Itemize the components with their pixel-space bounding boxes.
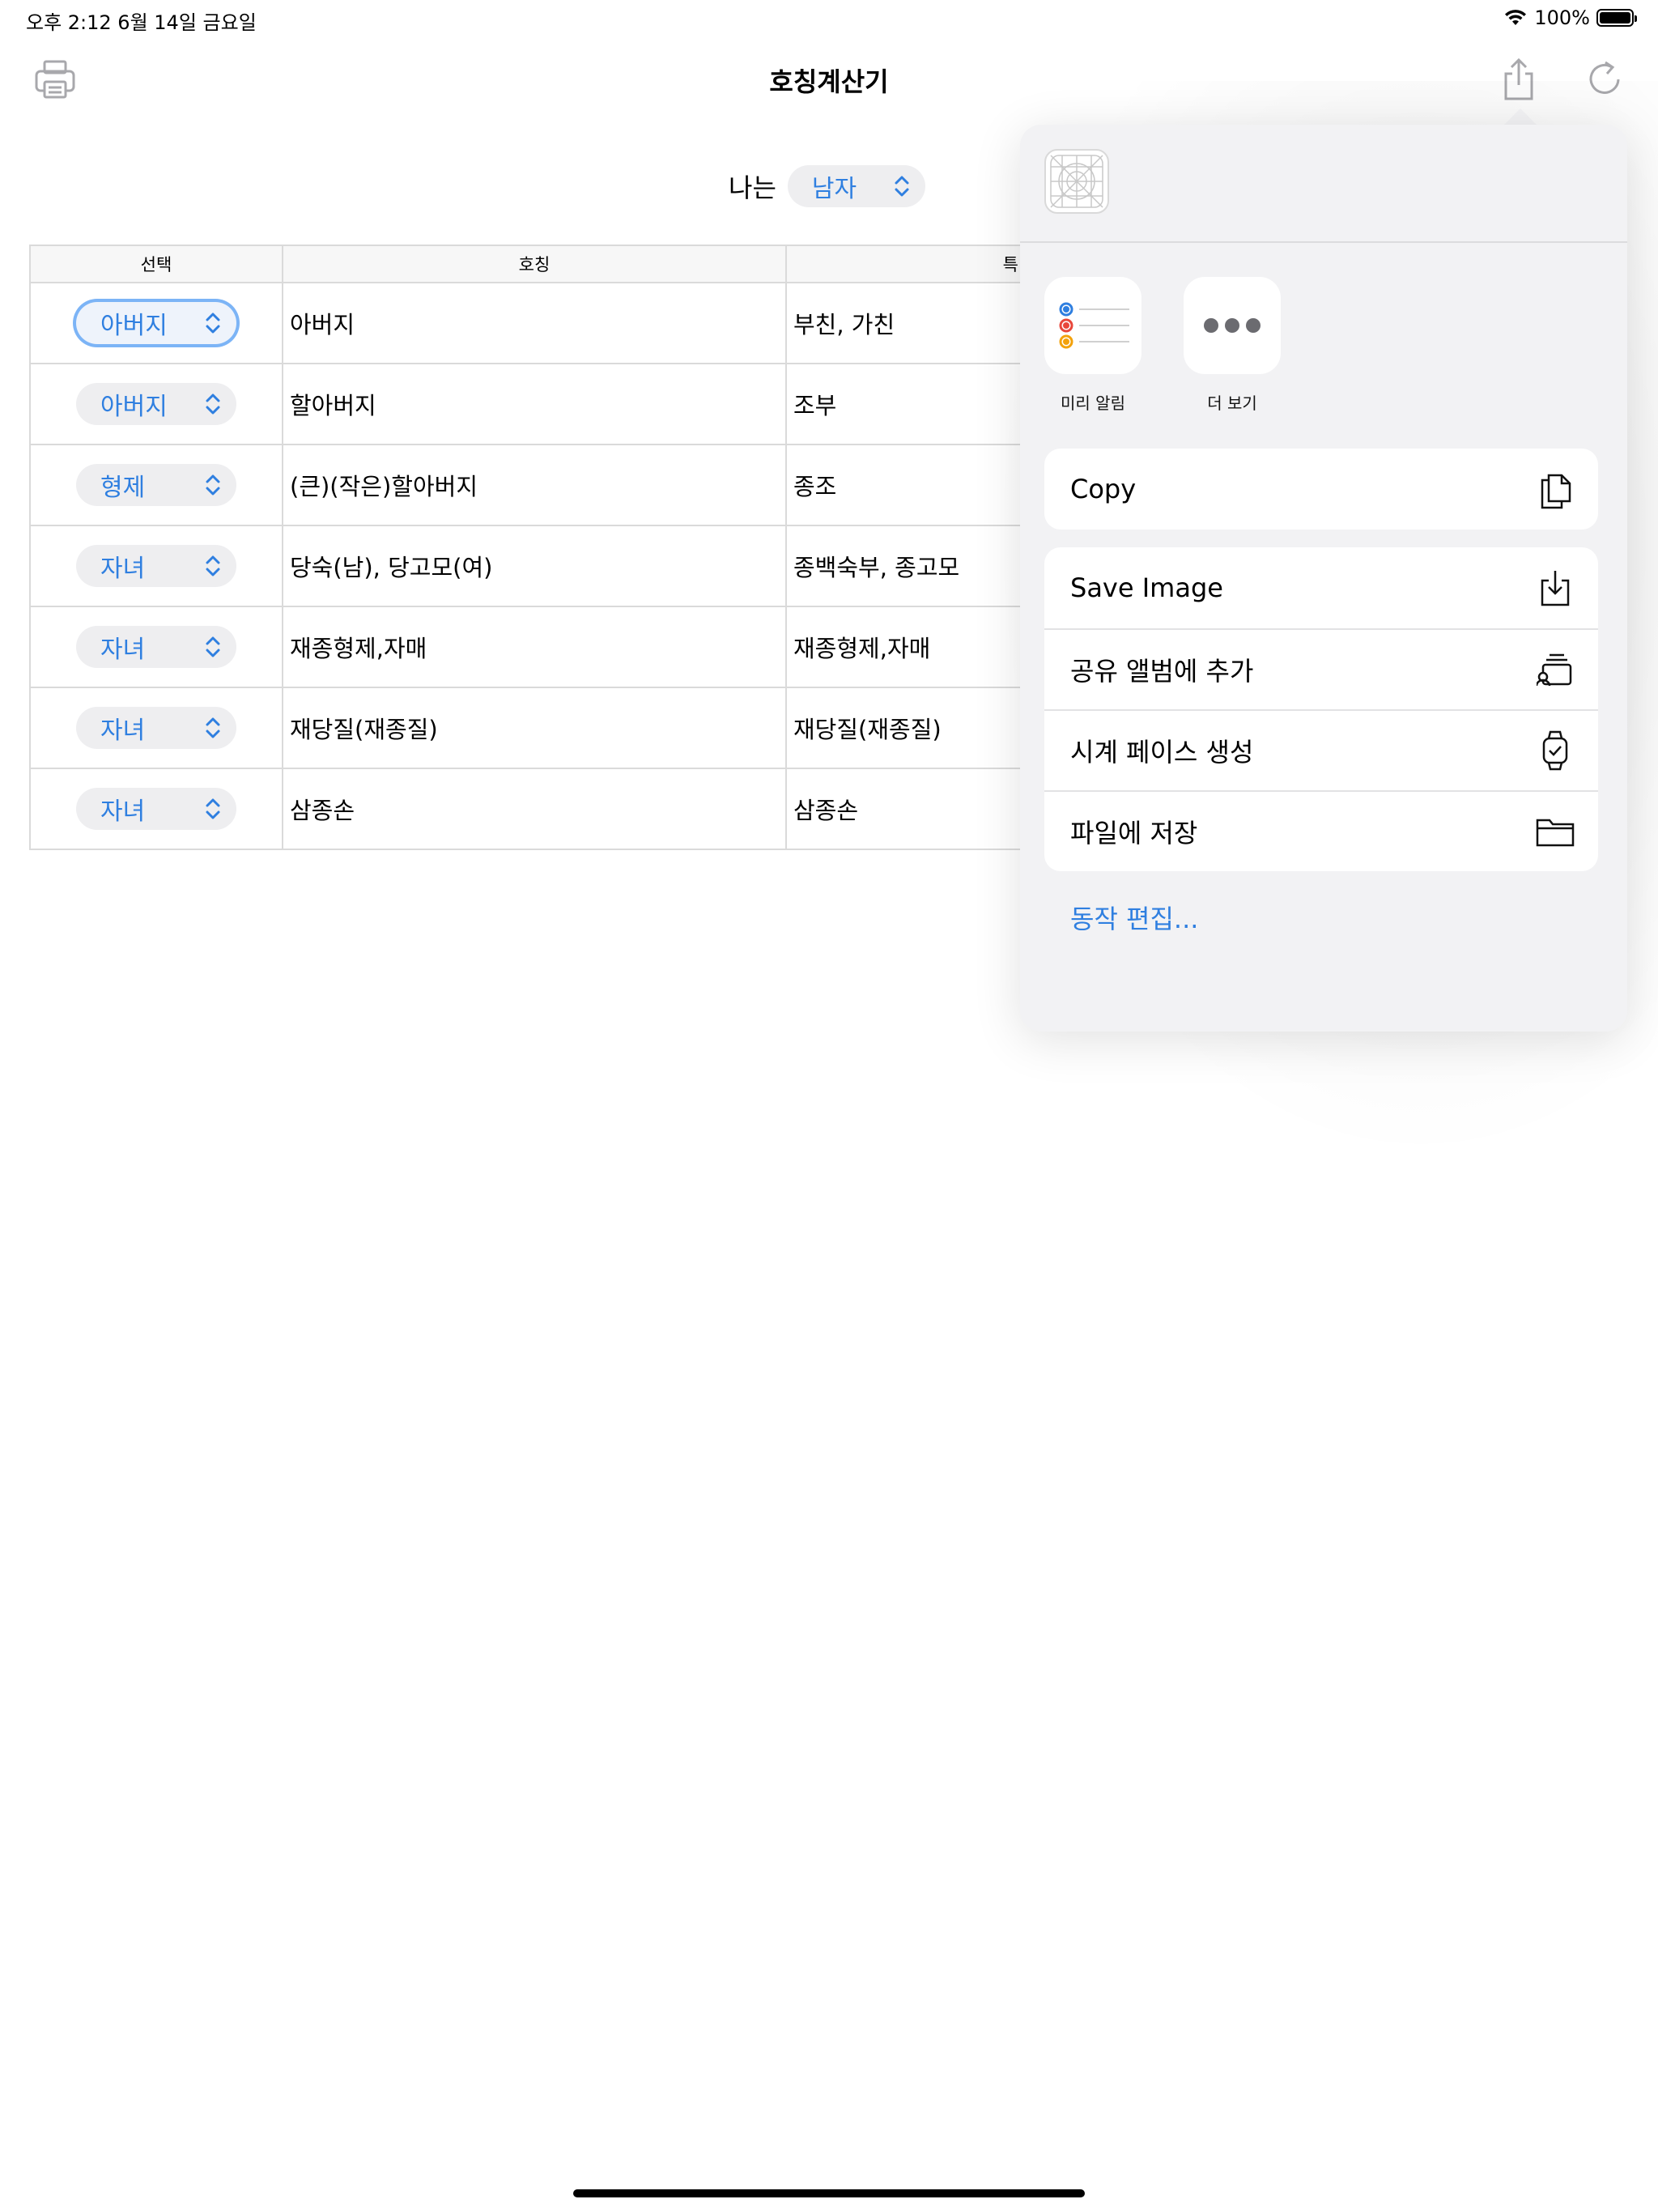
- chevron-up-down-icon: [895, 176, 909, 197]
- share-sheet-header: [1020, 125, 1627, 243]
- relation-value: 자녀: [100, 717, 146, 745]
- table-header: 선택 호칭 특: [31, 246, 1027, 283]
- chevron-up-down-icon: [206, 636, 220, 657]
- title-cell: 재종형제,자매: [283, 607, 787, 687]
- title-cell: 당숙(남), 당고모(여): [283, 526, 787, 606]
- title-cell: (큰)(작은)할아버지: [283, 445, 787, 525]
- table-row: 자녀 삼종손 삼종손: [31, 769, 1027, 850]
- relation-value: 형제: [100, 474, 146, 502]
- share-app-label: 더 보기: [1207, 393, 1257, 413]
- table-row: 아버지 아버지 부친, 가친: [31, 283, 1027, 364]
- chevron-up-down-icon: [206, 474, 220, 496]
- popover-arrow: [1503, 108, 1538, 126]
- relation-picker[interactable]: 아버지: [76, 302, 236, 344]
- action-label: 공유 앨범에 추가: [1070, 656, 1254, 687]
- relation-picker[interactable]: 자녀: [76, 707, 236, 749]
- chevron-up-down-icon: [206, 555, 220, 576]
- action-label: 시계 페이스 생성: [1070, 737, 1254, 768]
- chevron-up-down-icon: [206, 798, 220, 819]
- title-cell: 할아버지: [283, 364, 787, 444]
- watch-face-action[interactable]: 시계 페이스 생성: [1044, 709, 1598, 790]
- share-app-label: 미리 알림: [1061, 393, 1125, 413]
- copy-action[interactable]: Copy: [1044, 449, 1598, 530]
- chevron-up-down-icon: [206, 393, 220, 415]
- gender-label: 나는: [729, 172, 776, 203]
- relation-picker[interactable]: 자녀: [76, 545, 236, 587]
- chevron-up-down-icon: [206, 717, 220, 738]
- table-row: 자녀 재종형제,자매 재종형제,자매: [31, 607, 1027, 688]
- edit-actions-link[interactable]: 동작 편집...: [1070, 899, 1198, 936]
- title-cell: 아버지: [283, 283, 787, 363]
- relation-picker[interactable]: 아버지: [76, 383, 236, 425]
- action-label: 파일에 저장: [1070, 818, 1198, 849]
- battery-icon: [1596, 9, 1637, 27]
- relation-value: 아버지: [100, 312, 168, 340]
- relation-value: 자녀: [100, 555, 146, 583]
- table-row: 아버지 할아버지 조부: [31, 364, 1027, 445]
- status-time: 오후 2:12 6월 14일 금요일: [26, 11, 257, 34]
- relation-value: 자녀: [100, 798, 146, 826]
- shared-album-action[interactable]: 공유 앨범에 추가: [1044, 628, 1598, 709]
- status-right: 100%: [1503, 6, 1637, 29]
- table-row: 자녀 당숙(남), 당고모(여) 종백숙부, 종고모: [31, 526, 1027, 607]
- wifi-icon: [1505, 10, 1527, 25]
- reminders-icon: [1044, 277, 1141, 374]
- relation-value: 자녀: [100, 636, 146, 664]
- relation-picker[interactable]: 형제: [76, 464, 236, 506]
- chevron-up-down-icon: [206, 313, 220, 334]
- copy-group: Copy: [1044, 449, 1598, 530]
- action-label: Save Image: [1070, 572, 1223, 603]
- gender-row: 나는 남자: [729, 165, 925, 207]
- folder-icon: [1535, 811, 1575, 852]
- preview-thumbnail: [1044, 149, 1109, 214]
- table-row: 자녀 재당질(재종질) 재당질(재종질): [31, 688, 1027, 769]
- relation-value: 아버지: [100, 393, 168, 421]
- actions-group: Save Image 공유 앨범에 추가 시계 페이스 생성 파일에 저장: [1044, 547, 1598, 871]
- battery-percent: 100%: [1534, 6, 1590, 29]
- gender-value: 남자: [811, 175, 857, 203]
- title-cell: 재당질(재종질): [283, 688, 787, 768]
- share-sheet: 미리 알림 더 보기 Copy Save Image 공유 앨범에 추가 시계 …: [1020, 125, 1627, 1032]
- more-icon: [1184, 277, 1281, 374]
- table-row: 형제 (큰)(작은)할아버지 종조: [31, 445, 1027, 526]
- relation-picker[interactable]: 자녀: [76, 788, 236, 830]
- header-select: 선택: [31, 246, 283, 282]
- home-indicator[interactable]: [573, 2189, 1085, 2197]
- header-title: 호칭: [283, 246, 787, 282]
- share-app-more[interactable]: 더 보기: [1184, 277, 1281, 414]
- gender-picker[interactable]: 남자: [787, 165, 925, 207]
- relation-picker[interactable]: 자녀: [76, 626, 236, 668]
- save-image-icon: [1535, 568, 1575, 608]
- share-app-reminders[interactable]: 미리 알림: [1044, 277, 1141, 414]
- shared-album-icon: [1535, 649, 1575, 690]
- app-placeholder-icon: [1050, 155, 1103, 208]
- copy-icon: [1535, 469, 1575, 509]
- copy-label: Copy: [1070, 474, 1137, 504]
- share-apps-row: 미리 알림 더 보기: [1044, 277, 1281, 414]
- watch-icon: [1535, 730, 1575, 771]
- save-image-action[interactable]: Save Image: [1044, 547, 1598, 628]
- status-bar: 오후 2:12 6월 14일 금요일 100%: [0, 0, 1658, 39]
- save-to-files-action[interactable]: 파일에 저장: [1044, 790, 1598, 871]
- title-cell: 삼종손: [283, 769, 787, 849]
- relation-table: 선택 호칭 특 아버지 아버지 부친, 가친 아버지 할아버지 조부: [29, 245, 1027, 850]
